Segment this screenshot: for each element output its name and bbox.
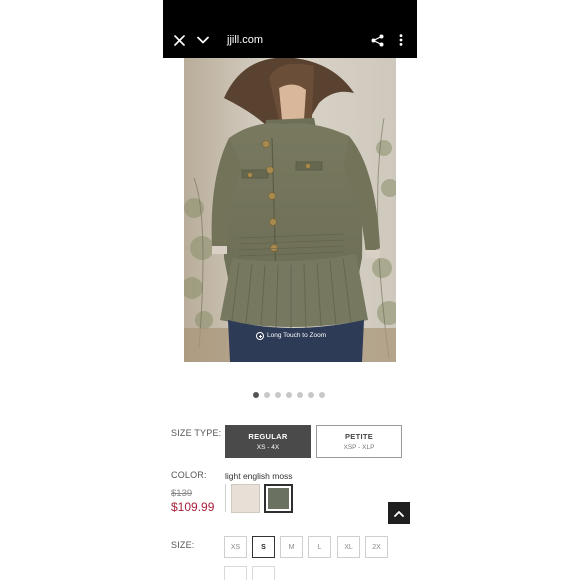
size-type-regular-button[interactable]: REGULAR XS - 4X <box>225 425 311 458</box>
color-label: COLOR: <box>171 470 207 480</box>
size-type-regular-range: XS - 4X <box>256 443 280 451</box>
screenshot-canvas: jjill.com Long Touch to Zoom SIZE TYPE: … <box>0 0 580 580</box>
carousel-dot[interactable] <box>297 392 303 398</box>
original-price: $139 <box>171 488 193 499</box>
carousel-dot[interactable] <box>264 392 270 398</box>
size-option-xs[interactable]: XS <box>224 536 247 558</box>
url-text[interactable]: jjill.com <box>227 34 263 47</box>
size-option-s[interactable]: S <box>252 536 275 558</box>
size-option-row2[interactable] <box>224 566 247 580</box>
more-vertical-icon[interactable] <box>393 32 409 48</box>
carousel-dot[interactable] <box>286 392 292 398</box>
size-option-xl[interactable]: XL <box>337 536 360 558</box>
carousel-dot[interactable] <box>275 392 281 398</box>
size-type-petite-button[interactable]: PETITE XSP - XLP <box>316 425 402 458</box>
image-carousel-dots <box>253 392 325 398</box>
share-icon[interactable] <box>369 32 385 48</box>
size-option-row2[interactable] <box>252 566 275 580</box>
size-type-petite-name: PETITE <box>344 431 374 441</box>
back-to-top-button[interactable] <box>388 502 410 524</box>
zoom-hint-text: Long Touch to Zoom <box>267 332 327 339</box>
color-swatch-cream[interactable] <box>231 484 260 513</box>
size-option-2x[interactable]: 2X <box>365 536 388 558</box>
size-label: SIZE: <box>171 540 195 550</box>
size-option-m[interactable]: M <box>280 536 303 558</box>
divider <box>225 484 226 512</box>
chevron-up-icon <box>394 510 404 517</box>
size-option-l[interactable]: L <box>308 536 331 558</box>
sale-price: $109.99 <box>171 500 215 514</box>
chevron-down-icon[interactable] <box>195 32 211 48</box>
zoom-plus-icon <box>256 332 264 340</box>
close-icon[interactable] <box>171 32 187 48</box>
carousel-dot[interactable] <box>308 392 314 398</box>
mobile-browser-screen: jjill.com Long Touch to Zoom SIZE TYPE: … <box>163 0 417 580</box>
zoom-hint: Long Touch to Zoom <box>256 332 326 340</box>
size-type-label: SIZE TYPE: <box>171 428 222 438</box>
selected-color-name: light english moss <box>225 471 293 481</box>
carousel-dot[interactable] <box>319 392 325 398</box>
size-type-petite-range: XSP - XLP <box>343 443 375 451</box>
carousel-dot[interactable] <box>253 392 259 398</box>
browser-toolbar: jjill.com <box>163 0 417 58</box>
color-swatch-light-english-moss[interactable] <box>264 484 293 513</box>
product-image[interactable]: Long Touch to Zoom <box>184 58 396 362</box>
size-type-regular-name: REGULAR <box>248 431 288 441</box>
